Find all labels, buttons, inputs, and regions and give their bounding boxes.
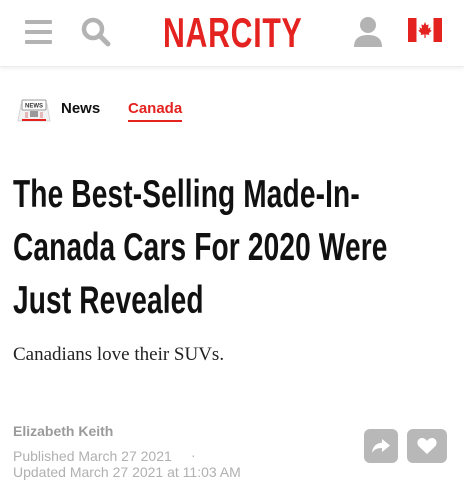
- like-button[interactable]: [407, 429, 447, 463]
- site-header: NARCITY: [0, 0, 464, 67]
- user-icon[interactable]: [353, 16, 383, 48]
- byline-separator: ·: [191, 447, 196, 463]
- updated-date: Updated March 27 2021 at 11:03 AM: [13, 464, 241, 480]
- news-icon: NEWS: [17, 99, 51, 122]
- share-button[interactable]: [364, 429, 398, 463]
- svg-text:NEWS: NEWS: [25, 104, 43, 110]
- published-date: Published March 27 2021: [13, 448, 172, 464]
- search-icon[interactable]: [80, 16, 112, 48]
- article-subheadline: Canadians love their SUVs.: [13, 344, 225, 365]
- category-row: NEWS News Canada: [16, 96, 456, 124]
- canada-flag-icon[interactable]: [408, 18, 442, 42]
- share-icon: [372, 439, 390, 453]
- author-name[interactable]: Elizabeth Keith: [13, 423, 113, 439]
- site-logo[interactable]: NARCITY: [163, 8, 302, 58]
- hamburger-menu-icon[interactable]: [25, 20, 52, 44]
- heart-icon: [417, 438, 437, 454]
- category-canada-link[interactable]: Canada: [128, 100, 183, 122]
- category-news-link[interactable]: News: [61, 100, 100, 117]
- article-headline: The Best-Selling Made-In-Canada Cars For…: [13, 173, 388, 322]
